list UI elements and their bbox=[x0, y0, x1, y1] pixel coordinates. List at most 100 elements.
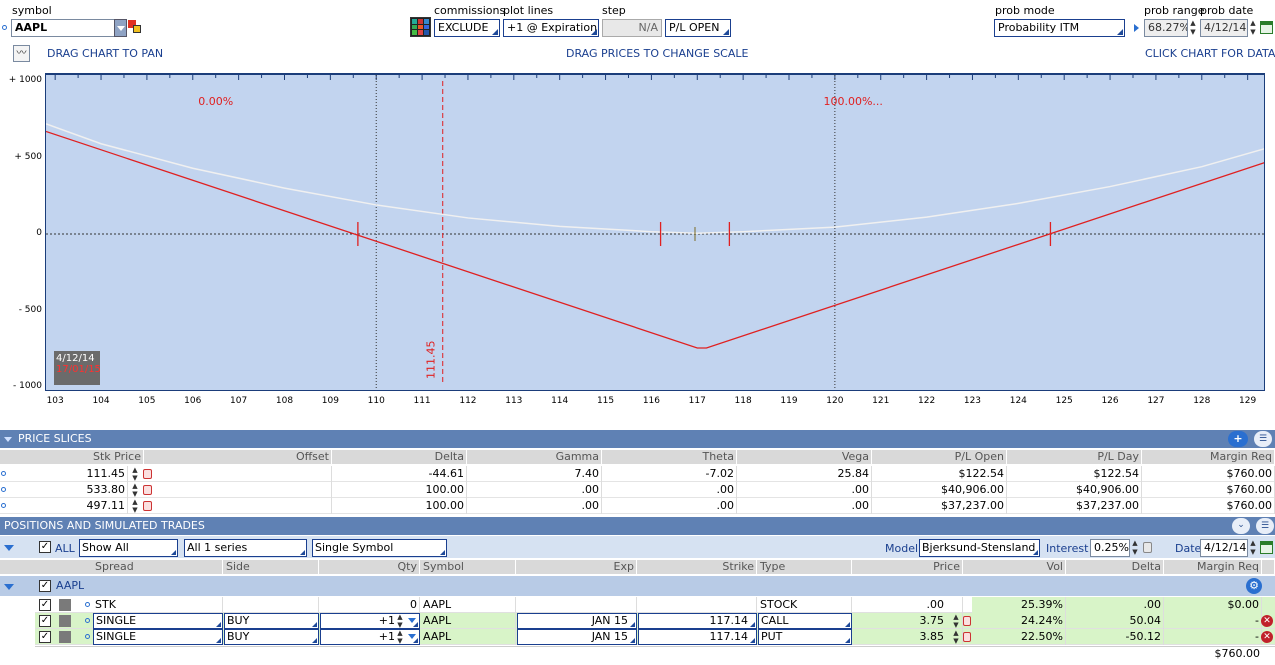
symbol-dropdown-icon[interactable] bbox=[114, 19, 127, 37]
risk-profile-chart[interactable]: 111.45 0.00% 100.00%... 4/12/14 17/01/15 bbox=[45, 73, 1265, 391]
column-header[interactable]: Margin Req bbox=[1143, 449, 1275, 464]
gear-icon[interactable]: ⚙ bbox=[1246, 578, 1262, 594]
model-select[interactable]: Bjerksund-Stensland bbox=[919, 539, 1040, 557]
plot-lines-select[interactable]: +1 @ Expiration bbox=[503, 19, 599, 37]
lock-icon[interactable] bbox=[963, 616, 971, 626]
price-slice-cell[interactable]: 111.45 bbox=[10, 466, 128, 482]
column-header[interactable]: Qty bbox=[320, 559, 420, 574]
position-cell-side[interactable]: BUY bbox=[224, 613, 319, 629]
row-color-swatch[interactable] bbox=[59, 631, 71, 643]
position-cell-type[interactable]: CALL bbox=[758, 613, 852, 629]
position-cell-spread[interactable]: SINGLE bbox=[93, 613, 223, 629]
price-stepper[interactable]: ▲ ▼ bbox=[951, 629, 961, 645]
lock-icon[interactable] bbox=[1143, 542, 1152, 553]
position-cell-exp[interactable]: JAN 15 bbox=[517, 613, 637, 629]
row-color-swatch[interactable] bbox=[59, 615, 71, 627]
position-cell-spread[interactable]: SINGLE bbox=[93, 629, 223, 645]
expand-triangle-icon[interactable] bbox=[4, 545, 14, 551]
row-link-icon[interactable] bbox=[1, 487, 6, 492]
lock-icon[interactable] bbox=[143, 469, 152, 479]
color-grid-icon[interactable] bbox=[410, 17, 431, 37]
positions-header[interactable]: POSITIONS AND SIMULATED TRADES bbox=[0, 517, 1275, 535]
color-link-icon[interactable] bbox=[128, 20, 142, 34]
pl-mode-select[interactable]: P/L OPEN bbox=[665, 19, 731, 37]
column-header[interactable]: Vega bbox=[738, 449, 872, 464]
column-header[interactable]: Theta bbox=[603, 449, 737, 464]
column-header[interactable]: Type bbox=[758, 559, 852, 574]
position-cell-exp[interactable]: JAN 15 bbox=[517, 629, 637, 645]
row-link-icon[interactable] bbox=[1, 471, 6, 476]
position-cell-price[interactable]: 3.85 bbox=[853, 629, 963, 645]
lock-icon[interactable] bbox=[963, 632, 971, 642]
show-all-select[interactable]: Show All bbox=[79, 539, 178, 557]
column-header[interactable]: P/L Day bbox=[1008, 449, 1142, 464]
price-slices-header[interactable]: PRICE SLICES bbox=[0, 430, 1275, 448]
position-cell-qty[interactable]: +1 bbox=[320, 613, 420, 629]
column-header[interactable]: Stk Price bbox=[10, 449, 144, 464]
position-cell-price[interactable]: 3.75 bbox=[853, 613, 963, 629]
lock-icon[interactable] bbox=[143, 501, 152, 511]
column-header[interactable]: Vol bbox=[974, 559, 1066, 574]
row-link-icon[interactable] bbox=[85, 618, 90, 623]
position-cell-price[interactable]: .00 bbox=[853, 597, 963, 613]
prob-range-stepper[interactable]: ▲ ▼ bbox=[1188, 19, 1198, 37]
price-slice-cell[interactable] bbox=[144, 482, 332, 498]
step-input[interactable]: N/A bbox=[602, 19, 662, 37]
row-link-icon[interactable] bbox=[1, 503, 6, 508]
positions-menu-icon[interactable]: ☰ bbox=[1256, 518, 1274, 534]
stk-price-stepper[interactable]: ▲ ▼ bbox=[130, 498, 140, 514]
prob-date-stepper[interactable]: ▲ ▼ bbox=[1248, 19, 1258, 37]
column-header[interactable]: Side bbox=[224, 559, 319, 574]
position-cell-side[interactable]: BUY bbox=[224, 629, 319, 645]
group-expand-icon[interactable] bbox=[4, 584, 14, 590]
position-cell-type[interactable]: PUT bbox=[758, 629, 852, 645]
column-header[interactable]: Gamma bbox=[468, 449, 602, 464]
row-checkbox[interactable]: ✓ bbox=[39, 631, 51, 643]
series-select[interactable]: All 1 series bbox=[184, 539, 307, 557]
chart-type-icon[interactable]: 〰 bbox=[13, 45, 30, 62]
add-slice-icon[interactable]: + bbox=[1228, 431, 1248, 447]
group-checkbox[interactable]: ✓ bbox=[39, 580, 51, 592]
date-input[interactable]: 4/12/14 bbox=[1200, 539, 1248, 557]
column-header[interactable]: Delta bbox=[1067, 559, 1164, 574]
risk-profile-plot[interactable]: 111.45 0.00% 100.00%... bbox=[46, 75, 1265, 391]
collapse-icon[interactable] bbox=[4, 437, 12, 442]
column-header[interactable]: Exp bbox=[517, 559, 637, 574]
single-symbol-select[interactable]: Single Symbol bbox=[312, 539, 447, 557]
column-header[interactable]: P/L Open bbox=[873, 449, 1007, 464]
price-slice-cell[interactable]: 497.11 bbox=[10, 498, 128, 514]
interest-stepper[interactable]: ▲ ▼ bbox=[1130, 539, 1140, 557]
row-checkbox[interactable]: ✓ bbox=[39, 615, 51, 627]
all-checkbox[interactable]: ✓ bbox=[39, 541, 51, 553]
column-header[interactable]: Margin Req bbox=[1165, 559, 1262, 574]
lock-icon[interactable] bbox=[143, 485, 152, 495]
positions-calendar-icon[interactable] bbox=[1260, 541, 1273, 554]
column-header[interactable]: Delta bbox=[333, 449, 467, 464]
prob-mode-select[interactable]: Probability ITM bbox=[994, 19, 1125, 37]
price-stepper[interactable]: ▲ ▼ bbox=[951, 613, 961, 629]
arrow-right-icon[interactable] bbox=[1134, 24, 1139, 32]
qty-dropdown-icon[interactable] bbox=[408, 634, 416, 639]
column-header[interactable]: Offset bbox=[144, 449, 332, 464]
qty-stepper[interactable]: ▲ ▼ bbox=[395, 613, 405, 629]
position-cell-qty[interactable]: +1 bbox=[320, 629, 420, 645]
calendar-icon[interactable] bbox=[1260, 21, 1273, 34]
stk-price-stepper[interactable]: ▲ ▼ bbox=[130, 482, 140, 498]
column-header[interactable]: Symbol bbox=[421, 559, 516, 574]
price-slice-cell[interactable] bbox=[144, 498, 332, 514]
row-color-swatch[interactable] bbox=[59, 599, 71, 611]
remove-row-icon[interactable]: ✕ bbox=[1261, 615, 1273, 627]
column-header[interactable]: Price bbox=[853, 559, 963, 574]
position-cell-strike[interactable]: 117.14 bbox=[638, 613, 757, 629]
prob-range-input[interactable]: 68.27% bbox=[1144, 19, 1188, 37]
prob-date-input[interactable]: 4/12/14 bbox=[1200, 19, 1248, 37]
row-checkbox[interactable]: ✓ bbox=[39, 599, 51, 611]
column-header[interactable]: Spread bbox=[93, 559, 223, 574]
symbol-link-icon[interactable] bbox=[2, 25, 7, 30]
row-link-icon[interactable] bbox=[85, 602, 90, 607]
row-link-icon[interactable] bbox=[85, 634, 90, 639]
commissions-select[interactable]: EXCLUDE bbox=[434, 19, 500, 37]
interest-input[interactable]: 0.25% bbox=[1090, 539, 1130, 557]
list-menu-icon[interactable]: ☰ bbox=[1254, 431, 1272, 447]
position-cell-strike[interactable]: 117.14 bbox=[638, 629, 757, 645]
